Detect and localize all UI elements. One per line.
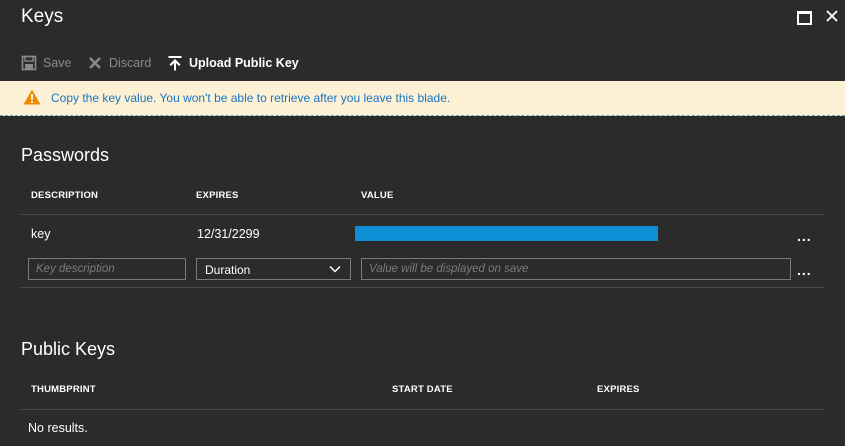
key-value-field: Value will be displayed on save [361,258,791,280]
column-header-expires: EXPIRES [597,384,640,395]
banner-message: Copy the key value. You won't be able to… [51,91,451,105]
upload-public-key-button[interactable]: Upload Public Key [167,50,299,76]
title-bar: Keys [0,0,845,38]
column-header-expires: EXPIRES [196,190,239,201]
divider [21,214,824,215]
row-more-button[interactable]: ... [797,228,812,244]
public-keys-heading: Public Keys [21,339,116,359]
discard-label: Discard [109,56,152,70]
upload-label: Upload Public Key [189,56,299,70]
save-icon [21,55,37,71]
passwords-heading: Passwords [21,145,110,165]
maximize-button[interactable] [795,8,813,26]
save-button[interactable]: Save [21,50,72,76]
discard-button[interactable]: Discard [87,50,151,76]
key-expires: 12/31/2299 [197,227,260,241]
empty-state-message: No results. [28,421,88,435]
column-header-thumbprint: THUMBPRINT [31,384,96,395]
duration-selected-value: Duration [205,263,251,277]
new-row-more-button[interactable]: ... [797,262,812,278]
close-icon [826,10,838,22]
duration-select[interactable]: Duration [196,258,351,280]
discard-icon [89,57,101,69]
divider [21,409,824,410]
upload-icon [168,56,182,71]
save-label: Save [43,56,72,70]
key-value-redacted [355,226,658,241]
warning-icon [23,89,41,105]
divider [21,287,824,288]
column-header-description: DESCRIPTION [31,190,99,201]
maximize-icon [797,11,812,25]
page-title: Keys [21,6,64,27]
warning-banner: Copy the key value. You won't be able to… [0,81,845,116]
close-button[interactable] [824,8,842,26]
column-header-start-date: START DATE [392,384,453,395]
column-header-value: VALUE [361,190,394,201]
chevron-down-icon [329,265,341,273]
key-description: key [31,227,51,241]
key-description-input[interactable]: Key description [28,258,186,280]
command-bar: Save Discard Upload Public Key [0,50,845,76]
